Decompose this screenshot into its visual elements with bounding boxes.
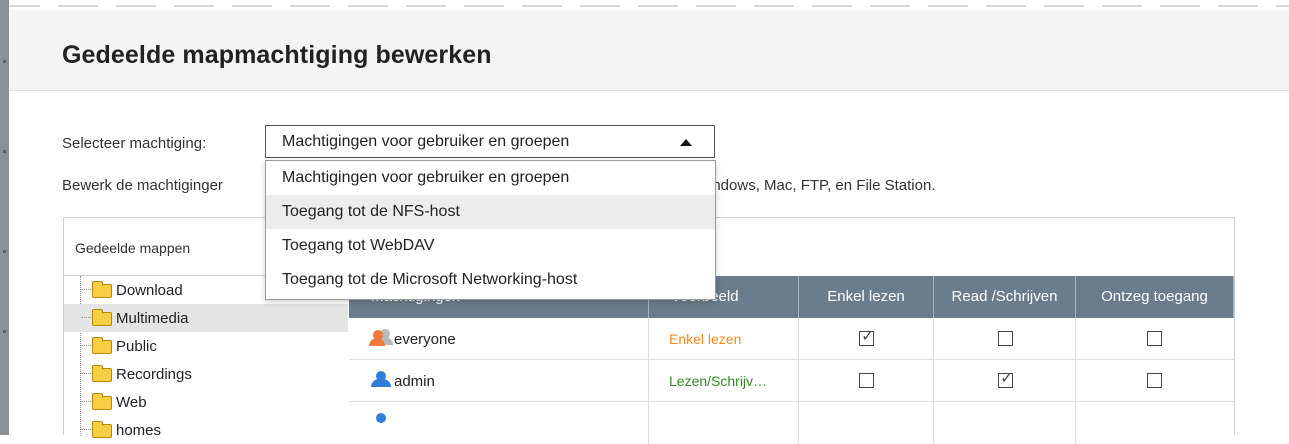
tree-item-public[interactable]: Public bbox=[64, 332, 348, 360]
column-header-read-only[interactable]: Enkel lezen bbox=[799, 276, 934, 318]
permission-select-label: Selecteer machtiging: bbox=[62, 135, 207, 152]
dropdown-option-nfs[interactable]: Toegang tot de NFS-host bbox=[266, 195, 715, 229]
folder-icon bbox=[92, 281, 112, 298]
dialog-header: Gedeelde mapmachtiging bewerken bbox=[9, 10, 1289, 91]
edit-share-permission-dialog: Gedeelde mapmachtiging bewerken Selectee… bbox=[9, 10, 1289, 444]
description-text-end: indows, Mac, FTP, en File Station. bbox=[709, 177, 936, 194]
background-window-strip bbox=[0, 0, 1289, 10]
group-user-icon bbox=[369, 329, 393, 346]
folder-icon bbox=[92, 421, 112, 438]
description-text: Bewerk de machtiginger bbox=[62, 177, 223, 194]
dropdown-option-microsoft-networking[interactable]: Toegang tot de Microsoft Networking-host bbox=[266, 263, 715, 297]
permissions-table: Machtigingen Voorbeeld Enkel lezen Read … bbox=[349, 276, 1235, 444]
folder-icon bbox=[92, 365, 112, 382]
folder-icon bbox=[92, 309, 112, 326]
dropdown-option-webdav[interactable]: Toegang tot WebDAV bbox=[266, 229, 715, 263]
table-row[interactable] bbox=[349, 402, 1235, 444]
folder-icon bbox=[92, 337, 112, 354]
read-write-checkbox[interactable]: ✓ bbox=[998, 370, 1013, 388]
folder-icon bbox=[92, 393, 112, 410]
background-window-edge bbox=[0, 0, 9, 435]
tree-item-recordings[interactable]: Recordings bbox=[64, 360, 348, 388]
read-write-checkbox[interactable] bbox=[998, 331, 1013, 346]
permission-type-select[interactable]: Machtigingen voor gebruiker en groepen bbox=[265, 125, 715, 158]
table-row[interactable]: everyone Enkel lezen ✓ bbox=[349, 318, 1235, 360]
dropdown-option-user-groups[interactable]: Machtigingen voor gebruiker en groepen bbox=[266, 161, 715, 195]
table-row[interactable]: admin Lezen/Schrijv… ✓ bbox=[349, 360, 1235, 402]
permission-type-dropdown: Machtigingen voor gebruiker en groepen T… bbox=[265, 160, 716, 300]
deny-access-checkbox[interactable] bbox=[1147, 331, 1162, 346]
read-only-checkbox[interactable] bbox=[859, 373, 874, 388]
example-permission: Enkel lezen bbox=[669, 331, 742, 347]
shared-folders-tree: Download Multimedia Public Recordings We… bbox=[64, 276, 348, 439]
read-only-checkbox[interactable]: ✓ bbox=[859, 328, 874, 346]
example-permission: Lezen/Schrijv… bbox=[669, 373, 768, 389]
column-header-deny-access[interactable]: Ontzeg toegang bbox=[1076, 276, 1234, 318]
deny-access-checkbox[interactable] bbox=[1147, 373, 1162, 388]
caret-up-icon bbox=[680, 139, 692, 146]
user-name: everyone bbox=[394, 331, 456, 348]
user-icon bbox=[371, 371, 391, 387]
user-name: admin bbox=[394, 373, 435, 390]
column-header-read-write[interactable]: Read /Schrijven bbox=[934, 276, 1076, 318]
permission-select-value: Machtigingen voor gebruiker en groepen bbox=[282, 133, 570, 150]
user-icon bbox=[371, 413, 391, 429]
tree-item-multimedia[interactable]: Multimedia bbox=[64, 304, 348, 332]
tree-item-homes[interactable]: homes bbox=[64, 416, 348, 444]
dialog-title: Gedeelde mapmachtiging bewerken bbox=[62, 41, 492, 69]
tree-item-web[interactable]: Web bbox=[64, 388, 348, 416]
